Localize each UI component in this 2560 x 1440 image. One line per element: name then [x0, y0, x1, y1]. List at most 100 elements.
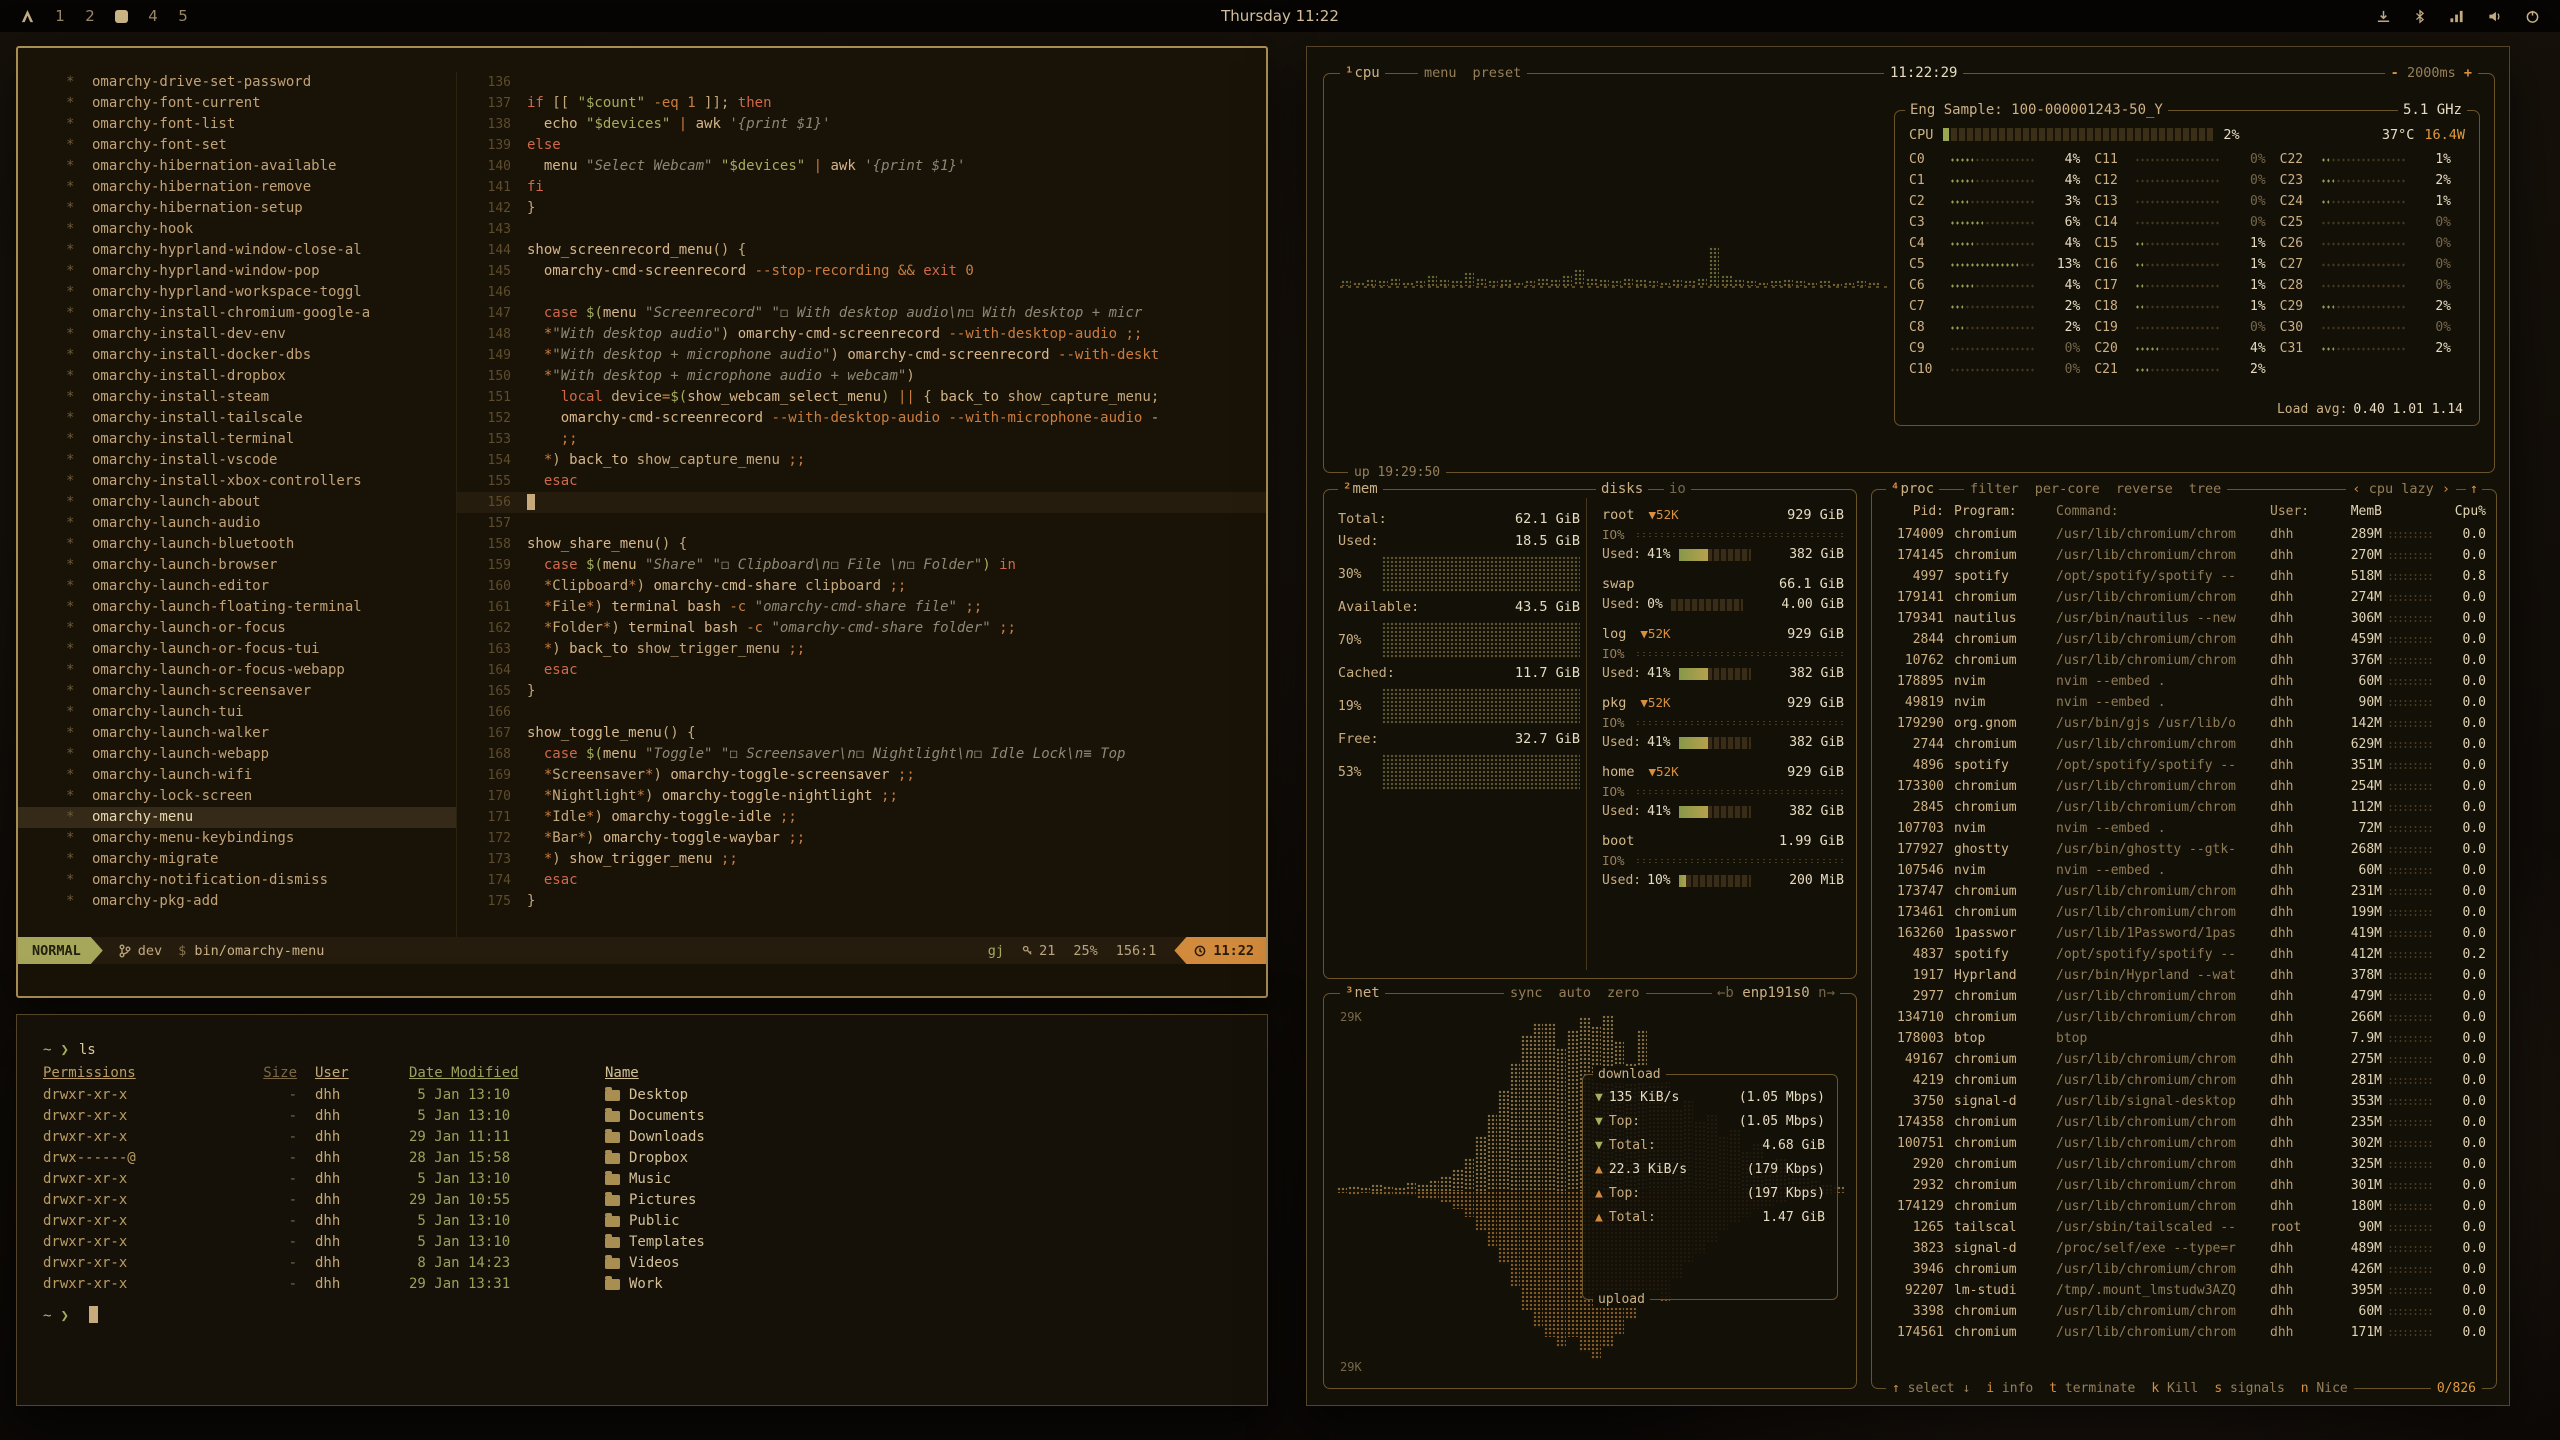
- code-line[interactable]: 150 *"With desktop + microphone audio + …: [457, 366, 1266, 387]
- code-line[interactable]: 165}: [457, 681, 1266, 702]
- file-item[interactable]: *omarchy-install-terminal: [18, 429, 456, 450]
- code-line[interactable]: 143: [457, 219, 1266, 240]
- code-line[interactable]: 137if [[ "$count" -eq 1 ]]; then: [457, 93, 1266, 114]
- process-row[interactable]: 179141chromium/usr/lib/chromium/chromdhh…: [1882, 587, 2486, 608]
- code-line[interactable]: 155 esac: [457, 471, 1266, 492]
- select-↓-key[interactable]: ↑ select ↓: [1892, 1379, 1970, 1398]
- file-item[interactable]: *omarchy-font-current: [18, 93, 456, 114]
- code-line[interactable]: 142}: [457, 198, 1266, 219]
- code-line[interactable]: 152 omarchy-cmd-screenrecord --with-desk…: [457, 408, 1266, 429]
- net-box-title[interactable]: ³net: [1340, 984, 1385, 1003]
- file-item[interactable]: *omarchy-hibernation-available: [18, 156, 456, 177]
- file-item[interactable]: *omarchy-install-xbox-controllers: [18, 471, 456, 492]
- code-line[interactable]: 140 menu "Select Webcam" "$devices" | aw…: [457, 156, 1266, 177]
- file-item[interactable]: *omarchy-launch-screensaver: [18, 681, 456, 702]
- process-row[interactable]: 2920chromium/usr/lib/chromium/chromdhh32…: [1882, 1154, 2486, 1175]
- process-row[interactable]: 178003btopbtopdhh7.9M0.0: [1882, 1028, 2486, 1049]
- code-line[interactable]: 149 *"With desktop + microphone audio") …: [457, 345, 1266, 366]
- code-line[interactable]: 147 case $(menu "Screenrecord" "◻ With d…: [457, 303, 1266, 324]
- file-item[interactable]: *omarchy-drive-set-password: [18, 72, 456, 93]
- file-item[interactable]: *omarchy-launch-browser: [18, 555, 456, 576]
- code-line[interactable]: 156}: [457, 492, 1266, 513]
- process-row[interactable]: 179341nautilus/usr/bin/nautilus --newdhh…: [1882, 608, 2486, 629]
- process-row[interactable]: 92207lm-studi/tmp/.mount_lmstudw3AZQdhh3…: [1882, 1280, 2486, 1301]
- disks-title[interactable]: disks: [1596, 480, 1648, 499]
- code-line[interactable]: 160 *Clipboard*) omarchy-cmd-share clipb…: [457, 576, 1266, 597]
- process-row[interactable]: 1265tailscal/usr/sbin/tailscaled --root9…: [1882, 1217, 2486, 1238]
- reverse-button[interactable]: reverse: [2116, 480, 2173, 499]
- code-line[interactable]: 162 *Folder*) terminal bash -c "omarchy-…: [457, 618, 1266, 639]
- workspace-4[interactable]: 4: [148, 7, 158, 25]
- workspace-1[interactable]: 1: [55, 7, 65, 25]
- code-line[interactable]: 159 case $(menu "Share" "◻ Clipboard\n◻ …: [457, 555, 1266, 576]
- code-line[interactable]: 153 ;;: [457, 429, 1266, 450]
- file-item[interactable]: *omarchy-install-vscode: [18, 450, 456, 471]
- scroll-up-icon[interactable]: ↑: [2466, 480, 2482, 499]
- process-row[interactable]: 174145chromium/usr/lib/chromium/chromdhh…: [1882, 545, 2486, 566]
- code-line[interactable]: 146: [457, 282, 1266, 303]
- terminate-key[interactable]: t terminate: [2049, 1379, 2135, 1398]
- process-row[interactable]: 2845chromium/usr/lib/chromium/chromdhh11…: [1882, 797, 2486, 818]
- process-row[interactable]: 134710chromium/usr/lib/chromium/chromdhh…: [1882, 1007, 2486, 1028]
- process-row[interactable]: 2844chromium/usr/lib/chromium/chromdhh45…: [1882, 629, 2486, 650]
- code-line[interactable]: 171 *Idle*) omarchy-toggle-idle ;;: [457, 807, 1266, 828]
- code-line[interactable]: 136: [457, 72, 1266, 93]
- filter-button[interactable]: filter: [1970, 480, 2019, 499]
- net-interface[interactable]: ←b enp191s0 n→: [1712, 984, 1840, 1003]
- code-line[interactable]: 145 omarchy-cmd-screenrecord --stop-reco…: [457, 261, 1266, 282]
- process-row[interactable]: 3750signal-d/usr/lib/signal-desktopdhh35…: [1882, 1091, 2486, 1112]
- os-logo-icon[interactable]: [20, 9, 35, 24]
- file-item[interactable]: *omarchy-install-steam: [18, 387, 456, 408]
- code-line[interactable]: 141fi: [457, 177, 1266, 198]
- file-item[interactable]: *omarchy-hibernation-remove: [18, 177, 456, 198]
- process-row[interactable]: 174009chromium/usr/lib/chromium/chromdhh…: [1882, 524, 2486, 545]
- process-row[interactable]: 174129chromium/usr/lib/chromium/chromdhh…: [1882, 1196, 2486, 1217]
- process-row[interactable]: 10762chromium/usr/lib/chromium/chromdhh3…: [1882, 650, 2486, 671]
- editor-buffer[interactable]: 136137if [[ "$count" -eq 1 ]]; then138 e…: [457, 72, 1266, 937]
- mem-box-title[interactable]: ²mem: [1338, 480, 1383, 499]
- menu-button[interactable]: menu: [1424, 64, 1457, 83]
- code-line[interactable]: 173 *) show_trigger_menu ;;: [457, 849, 1266, 870]
- file-item[interactable]: *omarchy-hyprland-window-close-al: [18, 240, 456, 261]
- bluetooth-icon[interactable]: [2413, 9, 2427, 24]
- process-row[interactable]: 49819nvimnvim --embed .dhh90M0.0: [1882, 692, 2486, 713]
- update-interval[interactable]: - 2000ms +: [2385, 64, 2478, 83]
- code-line[interactable]: 169 *Screensaver*) omarchy-toggle-screen…: [457, 765, 1266, 786]
- process-row[interactable]: 107546nvimnvim --embed .dhh60M0.0: [1882, 860, 2486, 881]
- file-item[interactable]: *omarchy-launch-about: [18, 492, 456, 513]
- Nice-key[interactable]: n Nice: [2301, 1379, 2348, 1398]
- process-row[interactable]: 4219chromium/usr/lib/chromium/chromdhh28…: [1882, 1070, 2486, 1091]
- process-row[interactable]: 49167chromium/usr/lib/chromium/chromdhh2…: [1882, 1049, 2486, 1070]
- terminal-window[interactable]: ~❯ls Permissions Size User Date Modified…: [16, 1014, 1268, 1406]
- workspace-2[interactable]: 2: [85, 7, 95, 25]
- process-row[interactable]: 4896spotify/opt/spotify/spotify --dhh351…: [1882, 755, 2486, 776]
- file-item[interactable]: *omarchy-launch-audio: [18, 513, 456, 534]
- Kill-key[interactable]: k Kill: [2151, 1379, 2198, 1398]
- file-item[interactable]: *omarchy-menu: [18, 807, 456, 828]
- code-line[interactable]: 172 *Bar*) omarchy-toggle-waybar ;;: [457, 828, 1266, 849]
- workspace-5[interactable]: 5: [178, 7, 188, 25]
- file-item[interactable]: *omarchy-install-dropbox: [18, 366, 456, 387]
- code-line[interactable]: 148 *"With desktop audio") omarchy-cmd-s…: [457, 324, 1266, 345]
- process-row[interactable]: 2932chromium/usr/lib/chromium/chromdhh30…: [1882, 1175, 2486, 1196]
- code-line[interactable]: 174 esac: [457, 870, 1266, 891]
- auto-button[interactable]: auto: [1559, 984, 1592, 1003]
- process-row[interactable]: 1632601passwor/usr/lib/1Password/1pasdhh…: [1882, 923, 2486, 944]
- volume-icon[interactable]: [2487, 9, 2503, 24]
- sort-selector[interactable]: ‹ cpu lazy ›: [2346, 480, 2456, 499]
- process-row[interactable]: 3946chromium/usr/lib/chromium/chromdhh42…: [1882, 1259, 2486, 1280]
- io-toggle[interactable]: io: [1664, 480, 1691, 499]
- file-item[interactable]: *omarchy-migrate: [18, 849, 456, 870]
- file-item[interactable]: *omarchy-launch-tui: [18, 702, 456, 723]
- file-item[interactable]: *omarchy-launch-or-focus-tui: [18, 639, 456, 660]
- file-item[interactable]: *omarchy-launch-wifi: [18, 765, 456, 786]
- power-icon[interactable]: [2525, 9, 2540, 24]
- file-item[interactable]: *omarchy-notification-dismiss: [18, 870, 456, 891]
- process-row[interactable]: 100751chromium/usr/lib/chromium/chromdhh…: [1882, 1133, 2486, 1154]
- file-item[interactable]: *omarchy-launch-or-focus-webapp: [18, 660, 456, 681]
- file-item[interactable]: *omarchy-launch-editor: [18, 576, 456, 597]
- code-line[interactable]: 166: [457, 702, 1266, 723]
- code-line[interactable]: 151 local device=$(show_webcam_select_me…: [457, 387, 1266, 408]
- file-item[interactable]: *omarchy-lock-screen: [18, 786, 456, 807]
- code-line[interactable]: 139else: [457, 135, 1266, 156]
